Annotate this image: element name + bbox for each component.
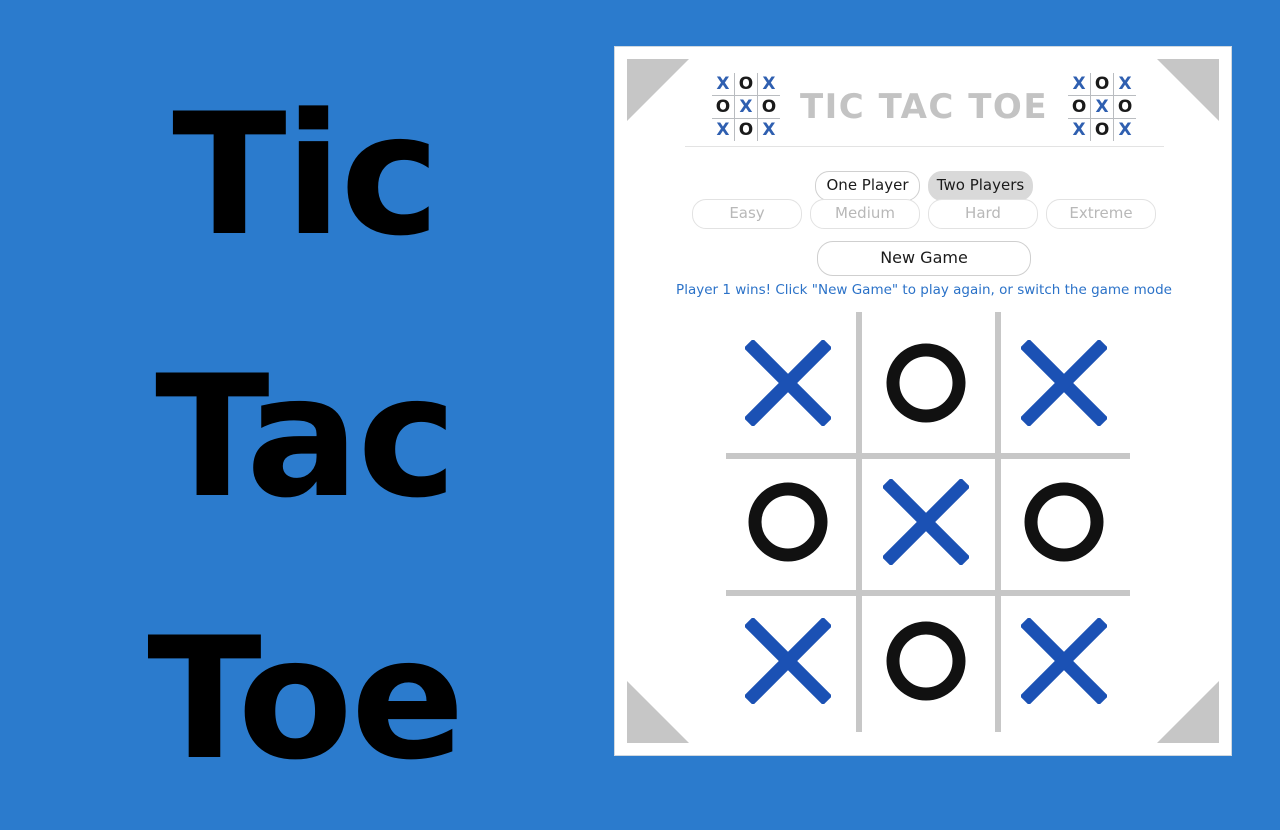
logo-cell: X	[1114, 73, 1137, 95]
logo-cell: X	[1068, 119, 1091, 141]
logo-cell: X	[1068, 73, 1091, 95]
page-title-line-3: Toe	[147, 601, 465, 797]
board-cell-r1c1[interactable]	[719, 312, 856, 453]
game-mode-group: One Player Two Players	[615, 171, 1231, 201]
corner-triangle-bottom-left-icon	[627, 681, 689, 743]
mark-o-icon	[883, 618, 969, 704]
game-card: X O X O X O X O X TIC TAC TOE X O X O X …	[614, 46, 1232, 756]
board-cells	[719, 312, 1133, 732]
one-player-button[interactable]: One Player	[815, 171, 920, 201]
header-divider	[685, 146, 1164, 147]
logo-cell: O	[757, 96, 780, 118]
logo-grid-right-icon: X O X O X O X O X	[1068, 73, 1137, 141]
logo-cell: X	[1091, 96, 1114, 118]
page-title: Tic Tac Toe	[0, 44, 610, 830]
board-cell-r2c2[interactable]	[856, 453, 995, 590]
logo-cell: X	[711, 73, 734, 95]
mark-o-icon	[745, 479, 831, 565]
status-message: Player 1 wins! Click "New Game" to play …	[676, 282, 1172, 298]
corner-triangle-bottom-right-icon	[1157, 681, 1219, 743]
board-cell-r1c3[interactable]	[995, 312, 1133, 453]
difficulty-easy-button[interactable]: Easy	[692, 199, 802, 229]
page-title-line-1: Tic	[172, 77, 440, 273]
board-cell-r2c1[interactable]	[719, 453, 856, 590]
page-title-line-2: Tac	[155, 339, 457, 535]
logo-cell: X	[757, 119, 780, 141]
difficulty-group: Easy Medium Hard Extreme	[615, 199, 1231, 229]
logo-cell: O	[1068, 96, 1091, 118]
logo-cell: O	[1091, 119, 1114, 141]
difficulty-medium-button[interactable]: Medium	[810, 199, 920, 229]
mark-o-icon	[883, 340, 969, 426]
logo-cell: X	[734, 96, 757, 118]
card-header: X O X O X O X O X TIC TAC TOE X O X O X …	[615, 63, 1231, 151]
logo-cell: X	[757, 73, 780, 95]
new-game-button[interactable]: New Game	[817, 241, 1031, 276]
game-board	[719, 312, 1133, 732]
board-cell-r3c3[interactable]	[995, 590, 1133, 732]
app-root: Tic Tac Toe X O X O X O X O X TIC TAC TO…	[0, 0, 1280, 800]
mark-o-icon	[1021, 479, 1107, 565]
logo-cell: X	[711, 119, 734, 141]
mark-x-icon	[882, 478, 969, 565]
board-cell-r3c1[interactable]	[719, 590, 856, 732]
logo-cell: O	[711, 96, 734, 118]
mark-x-icon	[744, 618, 831, 704]
logo-cell: O	[1091, 73, 1114, 95]
logo-cell: O	[734, 119, 757, 141]
difficulty-hard-button[interactable]: Hard	[928, 199, 1038, 229]
two-players-button[interactable]: Two Players	[928, 171, 1033, 201]
board-cell-r2c3[interactable]	[995, 453, 1133, 590]
new-game-row: New Game	[615, 241, 1231, 276]
mark-x-icon	[744, 339, 831, 426]
difficulty-extreme-button[interactable]: Extreme	[1046, 199, 1156, 229]
logo-cell: O	[1114, 96, 1137, 118]
logo-cell: O	[734, 73, 757, 95]
logo-grid-left-icon: X O X O X O X O X	[711, 73, 780, 141]
app-title: TIC TAC TOE	[799, 87, 1049, 127]
mark-x-icon	[1021, 339, 1107, 426]
board-cell-r3c2[interactable]	[856, 590, 995, 732]
logo-cell: X	[1114, 119, 1137, 141]
board-cell-r1c2[interactable]	[856, 312, 995, 453]
mark-x-icon	[1021, 618, 1107, 704]
